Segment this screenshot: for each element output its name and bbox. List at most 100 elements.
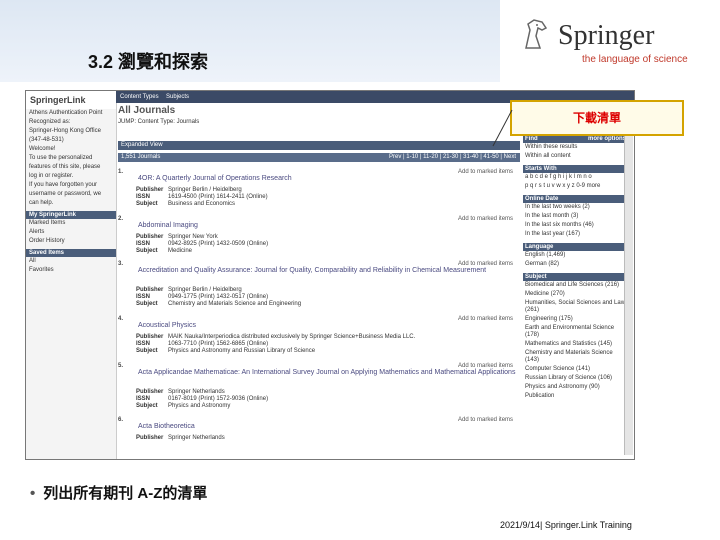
subject-filter[interactable]: Biomedical and Life Sciences (216) xyxy=(523,281,628,290)
within-results-radio[interactable]: Within these results xyxy=(523,143,628,152)
subject-filter[interactable]: Humanities, Social Sciences and Law (261… xyxy=(523,299,628,315)
bullet-text: 列出所有期刊 A-Z的清單 xyxy=(43,485,208,502)
date-filter[interactable]: In the last month (3) xyxy=(523,212,628,221)
bullet-icon: • xyxy=(30,485,36,502)
subject-head: Subject xyxy=(523,273,628,281)
journal-meta: Publisher Springer Netherlands ISSN 0167-80… xyxy=(136,389,268,410)
nav-subjects[interactable]: Subjects xyxy=(166,94,189,100)
add-to-marked-items[interactable]: Add to marked items xyxy=(458,417,513,423)
more-options-link[interactable]: more options xyxy=(588,136,626,142)
online-date-head: Online Date xyxy=(523,195,628,203)
meta-row: Subject Business and Economics xyxy=(136,201,236,207)
springerlink-brand[interactable]: SpringerLink xyxy=(26,91,116,109)
journal-title-link[interactable]: Acoustical Physics xyxy=(138,322,196,329)
sidebar-item[interactable]: Order History xyxy=(26,237,116,246)
sidebar-section-head: Saved Items xyxy=(26,249,116,257)
meta-row: Subject Medicine xyxy=(136,248,193,254)
sidebar-item[interactable]: Favorites xyxy=(26,266,116,275)
subject-filter[interactable]: Engineering (175) xyxy=(523,315,628,324)
journal-title-link[interactable]: Acta Applicandae Mathematicae: An Intern… xyxy=(138,369,515,376)
add-to-marked-items[interactable]: Add to marked items xyxy=(458,169,513,175)
sidebar-text: If you have forgotten your xyxy=(29,182,98,188)
sidebar-section-head: My SpringerLink xyxy=(26,211,116,219)
meta-row: ISSN 0942-8925 (Print) 1432-0509 (Online) xyxy=(136,241,269,247)
springerlink-screenshot: SpringerLink Athens Authentication Point… xyxy=(25,90,635,460)
starts-with-head: Starts With xyxy=(523,165,628,173)
journal-meta: Publisher Springer Netherlands xyxy=(136,435,225,442)
nav-content-types[interactable]: Content Types xyxy=(120,94,159,100)
pager-bar: 1,551 Journals Prev | 1-10 | 11-20 | 21-… xyxy=(118,153,520,162)
logo-wordmark: Springer xyxy=(558,20,655,51)
expanded-view-label[interactable]: Expanded View xyxy=(121,142,163,148)
journal-title-link[interactable]: Abdominal Imaging xyxy=(138,222,198,229)
journal-meta: Publisher MAIK Nauka/Interperiodica distr… xyxy=(136,334,415,355)
subject-filter[interactable]: Computer Science (141) xyxy=(523,365,628,374)
view-bar: Expanded View xyxy=(118,141,520,150)
subject-filter[interactable]: Medicine (270) xyxy=(523,290,628,299)
sidebar-text: Recognized as: xyxy=(29,119,71,125)
sidebar-text: Welcome! xyxy=(29,146,56,152)
sidebar-text: Springer-Hong Kong Office xyxy=(29,128,101,134)
add-to-marked-items[interactable]: Add to marked items xyxy=(458,216,513,222)
add-to-marked-items[interactable]: Add to marked items xyxy=(458,261,513,267)
sidebar-item[interactable]: Marked Items xyxy=(26,219,116,228)
meta-value: 0942-8925 (Print) 1432-0509 (Online) xyxy=(168,241,269,247)
horse-icon xyxy=(525,19,548,49)
meta-value: 1619-4500 (Print) 1614-2411 (Online) xyxy=(168,194,268,200)
subject-filter[interactable]: Physics and Astronomy (90) xyxy=(523,383,628,392)
meta-row: Publisher Springer New York xyxy=(136,234,218,240)
add-to-marked-items[interactable]: Add to marked items xyxy=(458,363,513,369)
main-content: All Journals JUMP: Content Type: Journal… xyxy=(118,105,520,125)
date-filter[interactable]: In the last six months (46) xyxy=(523,221,628,230)
meta-value: Springer Netherlands xyxy=(168,389,225,395)
meta-value: Springer Berlin / Heidelberg xyxy=(168,287,242,293)
subject-filter[interactable]: Mathematics and Statistics (145) xyxy=(523,340,628,349)
meta-value: 1063-7710 (Print) 1562-6865 (Online) xyxy=(168,341,269,347)
journal-title-link[interactable]: 4OR: A Quarterly Journal of Operations R… xyxy=(138,175,292,182)
sidebar-item[interactable]: Alerts xyxy=(26,228,116,237)
language-filter[interactable]: German (82) xyxy=(523,260,628,269)
journal-title-link[interactable]: Acta Biotheoretica xyxy=(138,423,195,430)
journal-title-link[interactable]: Accreditation and Quality Assurance: Jou… xyxy=(138,267,486,274)
subject-filter[interactable]: Earth and Environmental Science (178) xyxy=(523,324,628,340)
language-filter[interactable]: English (1,469) xyxy=(523,251,628,260)
meta-row: Subject Physics and Astronomy and Russian… xyxy=(136,348,316,354)
sidebar-text: username or password, we xyxy=(29,191,102,197)
meta-row: Subject Physics and Astronomy xyxy=(136,403,231,409)
date-filter[interactable]: In the last year (167) xyxy=(523,230,628,239)
breadcrumb: JUMP: Content Type: Journals xyxy=(118,119,200,125)
pager[interactable]: Prev | 1-10 | 11-20 | 21-30 | 31-40 | 41… xyxy=(389,153,516,162)
add-to-marked-items[interactable]: Add to marked items xyxy=(458,316,513,322)
result-count: 1,551 Journals xyxy=(121,154,161,160)
entry-number: 2. xyxy=(118,216,124,222)
scrollbar[interactable] xyxy=(624,105,633,455)
slide-title: 3.2 瀏覽和探索 xyxy=(88,52,209,72)
sidebar-text: To use the personalized xyxy=(29,155,93,161)
meta-row: ISSN 1063-7710 (Print) 1562-6865 (Online) xyxy=(136,341,269,347)
alphabet-row-2[interactable]: p q r s t u v w x y z 0-9 more xyxy=(523,182,628,191)
sidebar-text: features of this site, please xyxy=(29,164,101,170)
meta-value: Springer Netherlands xyxy=(168,435,225,441)
meta-row: Subject Chemistry and Materials Science a… xyxy=(136,301,302,307)
subject-filter[interactable]: Publication xyxy=(523,392,628,401)
alphabet-row-1[interactable]: a b c d e f g h i j k l m n o xyxy=(523,173,628,182)
bullet-point: • 列出所有期刊 A-Z的清單 xyxy=(30,482,207,503)
slide-header-band xyxy=(0,0,500,82)
entry-number: 5. xyxy=(118,363,124,369)
journal-meta: Publisher Springer Berlin / Heidelberg ISS… xyxy=(136,287,301,308)
entry-number: 4. xyxy=(118,316,124,322)
meta-value: Physics and Astronomy and Russian Librar… xyxy=(168,348,316,354)
meta-row: Publisher Springer Netherlands xyxy=(136,389,225,395)
meta-row: Publisher Springer Netherlands xyxy=(136,435,225,441)
date-filter[interactable]: In the last two weeks (2) xyxy=(523,203,628,212)
subject-filter[interactable]: Russian Library of Science (106) xyxy=(523,374,628,383)
subject-filter[interactable]: Chemistry and Materials Science (143) xyxy=(523,349,628,365)
journal-meta: Publisher Springer New York ISSN 0942-8925 … xyxy=(136,234,268,255)
within-all-radio[interactable]: Within all content xyxy=(523,152,628,161)
meta-row: ISSN 0949-1775 (Print) 1432-0517 (Online) xyxy=(136,294,269,300)
springer-logo: Springer the language of science xyxy=(520,14,710,69)
sidebar-item[interactable]: All xyxy=(26,257,116,266)
meta-row: Publisher Springer Berlin / Heidelberg xyxy=(136,287,242,293)
sidebar-text: (347-48-531) xyxy=(29,137,64,143)
sidebar-text: Athens Authentication Point xyxy=(29,110,103,116)
